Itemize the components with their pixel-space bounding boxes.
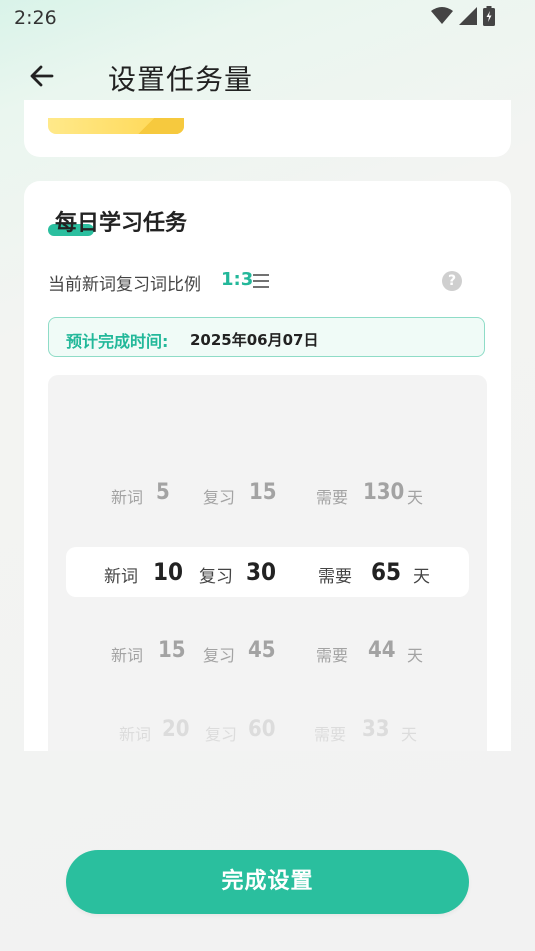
- review-label: 复习: [205, 725, 238, 744]
- review-count: 60: [248, 717, 276, 742]
- new-word-label: 新词: [104, 567, 138, 587]
- new-word-count: 5: [156, 480, 170, 505]
- help-icon[interactable]: ?: [442, 271, 462, 291]
- section-title: 每日学习任务: [55, 211, 188, 236]
- days-unit: 天: [413, 567, 430, 587]
- ratio-value: 1:3: [221, 269, 254, 290]
- need-label: 需要: [314, 725, 347, 744]
- new-word-count: 10: [153, 558, 184, 586]
- days-unit: 天: [407, 488, 424, 507]
- days-count: 44: [368, 638, 396, 663]
- signal-icon: [459, 7, 477, 25]
- new-word-label: 新词: [111, 646, 144, 665]
- banner-illustration: [48, 118, 184, 134]
- done-button[interactable]: 完成设置: [66, 850, 469, 914]
- menu-icon[interactable]: [252, 274, 270, 288]
- ratio-label: 当前新词复习词比例: [48, 275, 201, 295]
- review-count: 30: [246, 558, 277, 586]
- review-label: 复习: [203, 646, 236, 665]
- new-word-count: 15: [158, 638, 186, 663]
- days-count: 65: [371, 558, 402, 586]
- review-label: 复习: [199, 567, 233, 587]
- estimate-date: 2025年06月07日: [190, 331, 319, 349]
- battery-icon: [483, 6, 495, 26]
- status-time: 2:26: [14, 7, 57, 29]
- review-label: 复习: [203, 488, 236, 507]
- days-count: 33: [362, 717, 390, 742]
- status-icons: [431, 6, 495, 26]
- back-arrow-icon[interactable]: [26, 60, 58, 92]
- new-word-count: 20: [162, 717, 190, 742]
- days-unit: 天: [407, 646, 424, 665]
- new-word-label: 新词: [111, 488, 144, 507]
- need-label: 需要: [316, 488, 349, 507]
- new-word-label: 新词: [119, 725, 152, 744]
- days-count: 130: [363, 480, 405, 505]
- days-unit: 天: [401, 725, 418, 744]
- estimate-label: 预计完成时间:: [66, 332, 169, 351]
- need-label: 需要: [316, 646, 349, 665]
- page-title: 设置任务量: [108, 63, 254, 96]
- need-label: 需要: [318, 567, 352, 587]
- review-count: 45: [248, 638, 276, 663]
- wifi-icon: [431, 7, 453, 24]
- review-count: 15: [249, 480, 277, 505]
